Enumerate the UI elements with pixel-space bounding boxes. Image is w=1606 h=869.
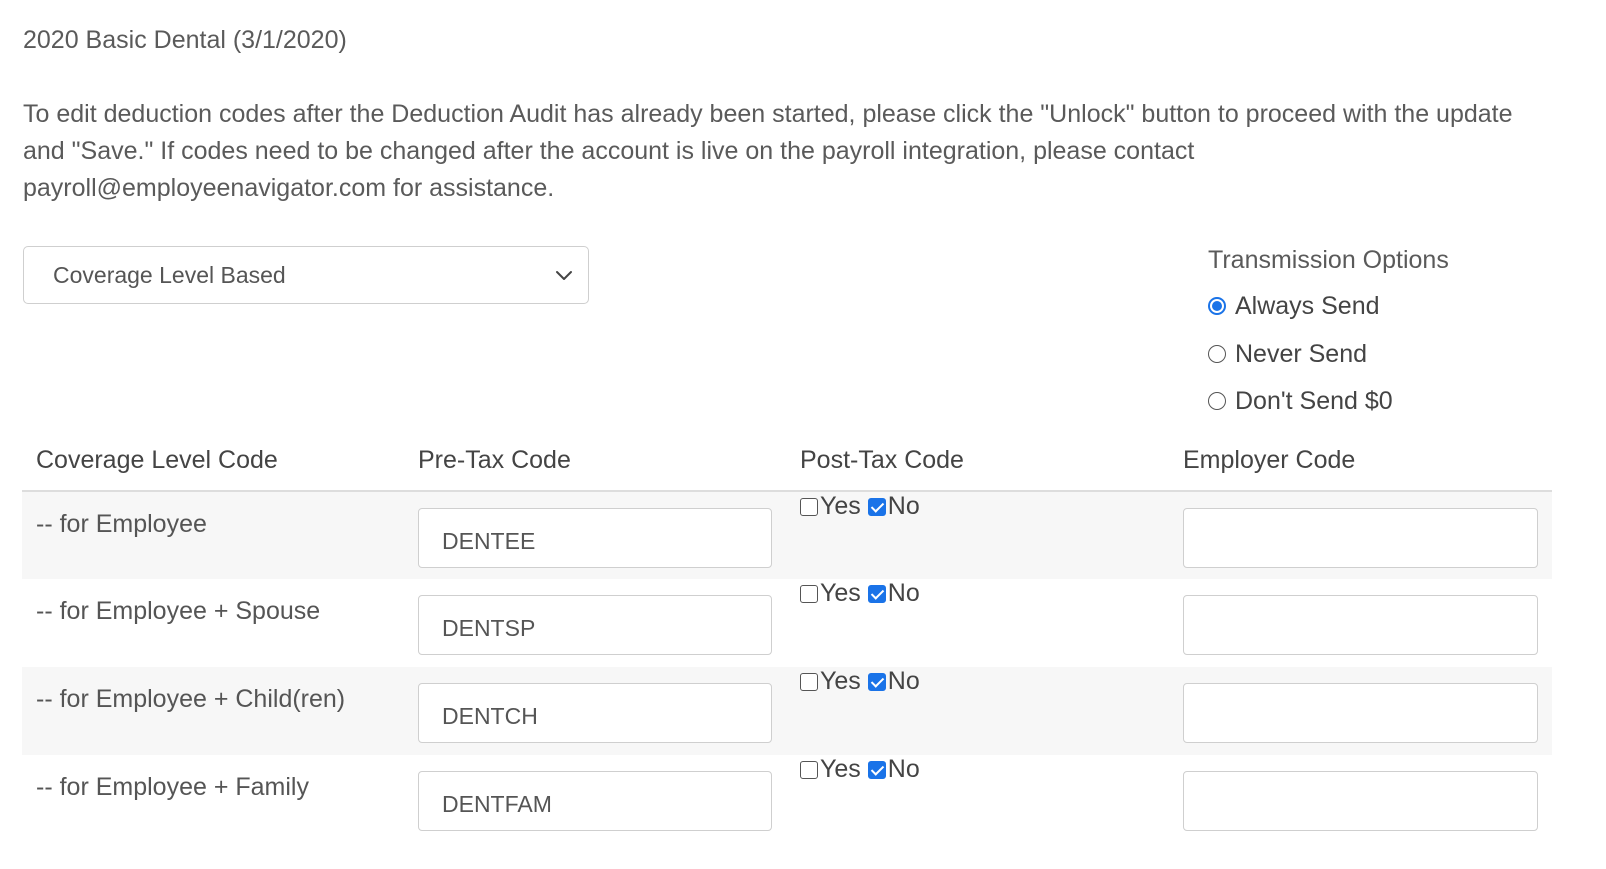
post-tax-cell: Yes No	[786, 667, 1169, 755]
table-header-row: Coverage Level Code Pre-Tax Code Post-Ta…	[22, 430, 1552, 492]
employer-cell	[1169, 491, 1552, 579]
coverage-type-select[interactable]: Coverage Level Based	[23, 246, 589, 304]
radio-dont-send-zero[interactable]: Don't Send $0	[1208, 378, 1449, 424]
deduction-codes-table: Coverage Level Code Pre-Tax Code Post-Ta…	[22, 430, 1552, 843]
coverage-level-label: -- for Employee + Spouse	[22, 579, 404, 667]
radio-always-send[interactable]: Always Send	[1208, 282, 1449, 330]
pre-tax-code-input[interactable]	[418, 595, 772, 655]
radio-never-send[interactable]: Never Send	[1208, 330, 1449, 378]
table-row: -- for Employee + Spouse Yes No	[22, 579, 1552, 667]
yes-label: Yes	[820, 755, 861, 783]
employer-cell	[1169, 579, 1552, 667]
employer-code-input[interactable]	[1183, 683, 1538, 743]
transmission-options: Transmission Options Always Send Never S…	[1208, 246, 1449, 424]
post-tax-options: Yes No	[800, 579, 1155, 608]
post-tax-no-checkbox[interactable]	[867, 497, 886, 516]
employer-code-input[interactable]	[1183, 771, 1538, 831]
table-row: -- for Employee + Child(ren) Yes No	[22, 667, 1552, 755]
header-post-tax-code: Post-Tax Code	[786, 430, 1169, 492]
pre-tax-cell	[404, 667, 786, 755]
yes-label: Yes	[820, 492, 861, 520]
post-tax-cell: Yes No	[786, 491, 1169, 579]
pre-tax-cell	[404, 579, 786, 667]
pre-tax-code-input[interactable]	[418, 683, 772, 743]
instructions-text: To edit deduction codes after the Deduct…	[23, 100, 1513, 202]
employer-code-input[interactable]	[1183, 595, 1538, 655]
transmission-heading: Transmission Options	[1208, 246, 1449, 274]
coverage-level-label: -- for Employee + Child(ren)	[22, 667, 404, 755]
plan-title: 2020 Basic Dental (3/1/2020)	[23, 26, 347, 54]
pre-tax-code-input[interactable]	[418, 771, 772, 831]
radio-label: Always Send	[1235, 291, 1380, 320]
post-tax-options: Yes No	[800, 667, 1155, 696]
no-label: No	[887, 492, 920, 520]
post-tax-no-checkbox[interactable]	[867, 584, 886, 603]
post-tax-options: Yes No	[800, 755, 1155, 784]
employer-cell	[1169, 755, 1552, 843]
post-tax-yes-checkbox[interactable]	[800, 760, 818, 779]
coverage-level-label: -- for Employee	[22, 491, 404, 579]
radio-button[interactable]	[1208, 345, 1226, 363]
coverage-level-label: -- for Employee + Family	[22, 755, 404, 843]
radio-label: Don't Send $0	[1235, 386, 1393, 415]
header-employer-code: Employer Code	[1169, 430, 1552, 492]
post-tax-no-checkbox[interactable]	[867, 760, 886, 779]
post-tax-no-checkbox[interactable]	[867, 672, 886, 691]
radio-label: Never Send	[1235, 339, 1368, 368]
no-label: No	[887, 579, 920, 607]
header-pre-tax-code: Pre-Tax Code	[404, 430, 786, 492]
post-tax-cell: Yes No	[786, 755, 1169, 843]
pre-tax-cell	[404, 755, 786, 843]
table-row: -- for Employee + Family Yes No	[22, 755, 1552, 843]
no-label: No	[887, 755, 920, 783]
post-tax-yes-checkbox[interactable]	[800, 584, 818, 603]
post-tax-yes-checkbox[interactable]	[800, 672, 818, 691]
post-tax-options: Yes No	[800, 492, 1155, 521]
header-coverage-level-code: Coverage Level Code	[22, 430, 404, 492]
chevron-down-icon	[556, 271, 572, 280]
employer-cell	[1169, 667, 1552, 755]
post-tax-cell: Yes No	[786, 579, 1169, 667]
radio-button[interactable]	[1208, 392, 1226, 410]
table-row: -- for Employee Yes No	[22, 491, 1552, 579]
pre-tax-cell	[404, 491, 786, 579]
employer-code-input[interactable]	[1183, 508, 1538, 568]
coverage-type-value: Coverage Level Based	[53, 261, 286, 288]
yes-label: Yes	[820, 579, 861, 607]
no-label: No	[887, 667, 920, 695]
radio-button-checked[interactable]	[1208, 297, 1226, 315]
yes-label: Yes	[820, 667, 861, 695]
post-tax-yes-checkbox[interactable]	[800, 497, 818, 516]
pre-tax-code-input[interactable]	[418, 508, 772, 568]
